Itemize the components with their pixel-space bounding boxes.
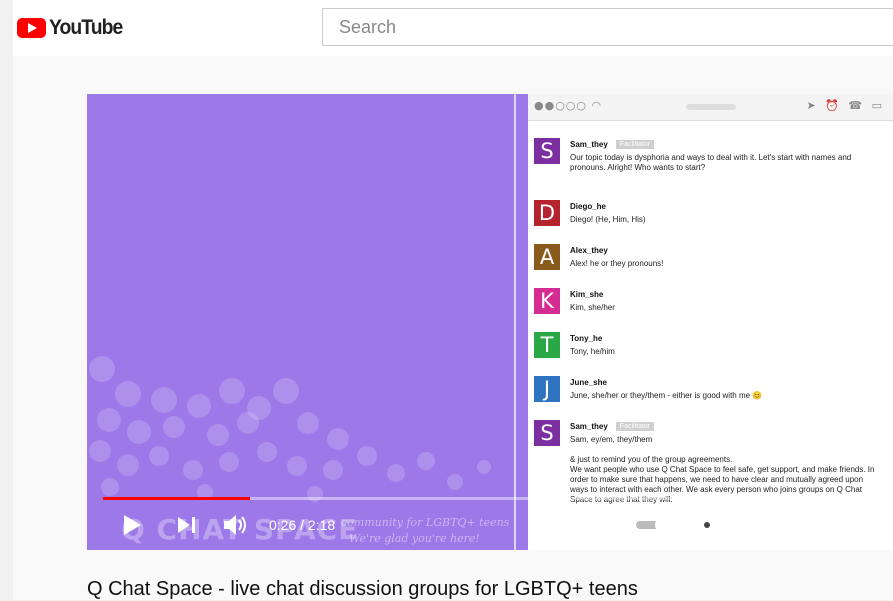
avatar: T [534,332,560,358]
chat-message-text: Tony, he/him [570,347,615,356]
chat-message-text: June, she/her or they/them - either is g… [570,391,763,400]
avatar: S [534,138,560,164]
youtube-play-logo-icon [17,18,46,38]
progress-played [103,497,251,500]
chat-screen: ●●○○○ ◠ ➤ ⏰ ☎ ▭ S Sam_they Facilitator Our … [528,94,893,550]
page: YouTube Search ●●○○○ ◠ ➤ ⏰ ☎ ▭ S Sam_the… [13,0,893,600]
chat-username: Diego_he [570,202,606,211]
phone-status-bar: ●●○○○ ◠ ➤ ⏰ ☎ ▭ [528,94,893,121]
status-icons: ➤ ⏰ ☎ ▭ [806,99,885,112]
chat-username: Kim_she [570,290,603,299]
chat-username-text: Kim_she [570,290,604,299]
facilitator-badge: Facilitator [615,140,655,150]
chat-username: Sam_they Facilitator [570,140,655,150]
chat-username: Sam_they Facilitator [570,422,655,432]
chat-message-text: Alex! he or they pronouns! [570,259,664,268]
next-icon[interactable] [177,516,197,534]
progress-bar[interactable] [103,497,878,500]
video-left-pane [87,94,528,550]
chat-username-text: Alex_they [570,246,608,255]
status-pill [686,104,736,110]
settings-gear-icon[interactable] [695,513,719,537]
avatar: K [534,288,560,314]
avatar: D [534,200,560,226]
chat-username-text: June_she [570,378,607,387]
chat-message-text: Our topic today is dysphoria and ways to… [570,153,852,172]
time-separator: / [296,517,308,533]
chat-username-text: Diego_he [570,202,607,211]
volume-icon[interactable] [223,514,249,536]
logo-text: YouTube [49,16,123,39]
video-title: Q Chat Space - live chat discussion grou… [87,578,638,600]
play-icon[interactable] [121,514,143,536]
avatar: S [534,420,560,446]
chat-username-text: Tony_he [570,334,603,343]
player-controls [87,502,893,550]
masthead: YouTube [13,0,893,56]
avatar: J [534,376,560,402]
chat-message-text: Kim, she/her [570,303,615,312]
theater-mode-icon[interactable] [793,515,821,535]
chat-username: Alex_they [570,246,608,255]
youtube-logo[interactable]: YouTube [17,16,129,40]
chat-username: Tony_he [570,334,602,343]
chat-message-text: Sam, ey/em, they/them & just to remind y… [570,435,875,504]
miniplayer-icon[interactable] [741,514,767,536]
fullscreen-icon[interactable] [847,514,869,536]
search-input[interactable] [323,9,879,45]
autoplay-toggle-icon[interactable] [635,516,671,534]
time-total: 2:18 [307,517,336,533]
time-display: 0:26 / 2:18 [269,517,335,533]
search-box[interactable] [322,8,893,46]
facilitator-badge: Facilitator [615,422,655,432]
chat-message-text: Diego! (He, Him, His) [570,215,646,224]
video-player[interactable]: ●●○○○ ◠ ➤ ⏰ ☎ ▭ S Sam_they Facilitator Our … [87,94,893,550]
time-current: 0:26 [269,517,297,533]
avatar: A [534,244,560,270]
chat-username-text: Sam_they [570,140,608,149]
video-divider [514,94,516,550]
chat-username-text: Sam_they [570,422,608,431]
chat-username: June_she [570,378,607,387]
signal-icon: ●●○○○ ◠ [534,99,603,112]
